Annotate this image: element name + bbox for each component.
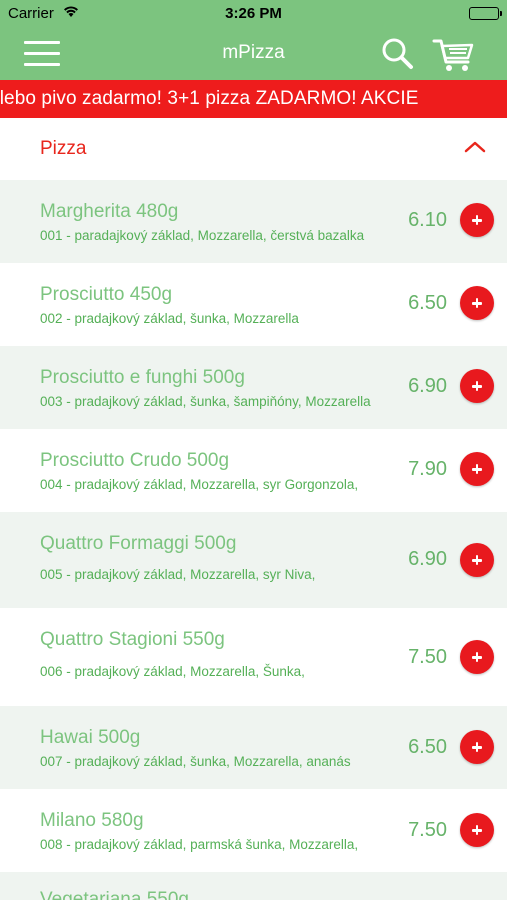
item-price: 6.50 xyxy=(408,292,447,314)
add-to-cart-button[interactable] xyxy=(460,730,494,764)
item-price: 6.90 xyxy=(408,548,447,570)
list-item[interactable]: Quattro Formaggi 500g 005 - pradajkový z… xyxy=(0,512,507,608)
item-name: Prosciutto Crudo 500g xyxy=(40,450,230,471)
item-name: Prosciutto 450g xyxy=(40,284,173,305)
category-title: Pizza xyxy=(40,138,87,159)
item-description: 005 - pradajkový základ, Mozzarella, syr… xyxy=(40,567,316,582)
add-to-cart-button[interactable] xyxy=(460,203,494,237)
item-description: 002 - pradajkový základ, šunka, Mozzarel… xyxy=(40,311,299,326)
item-name: Prosciutto e funghi 500g xyxy=(40,367,245,388)
add-to-cart-button[interactable] xyxy=(460,640,494,674)
item-price: 7.90 xyxy=(408,458,447,480)
chevron-up-icon[interactable] xyxy=(462,138,488,154)
app-title: mPizza xyxy=(222,42,285,63)
add-to-cart-button[interactable] xyxy=(460,543,494,577)
item-price: 6.90 xyxy=(408,375,447,397)
item-name: Quattro Formaggi 500g xyxy=(40,533,237,554)
battery-icon xyxy=(469,7,502,20)
status-bar: Carrier 3:26 PM xyxy=(0,0,507,28)
list-item[interactable]: Vegetariana 550g xyxy=(0,872,507,900)
list-item[interactable]: Prosciutto e funghi 500g 003 - pradajkov… xyxy=(0,346,507,429)
item-name: Margherita 480g xyxy=(40,201,179,222)
promo-text: a alebo pivo zadarmo! 3+1 pizza ZADARMO!… xyxy=(0,88,419,109)
category-header-pizza[interactable]: Pizza xyxy=(0,118,507,180)
item-description: 001 - paradajkový základ, Mozzarella, če… xyxy=(40,228,365,243)
cart-button[interactable] xyxy=(432,36,476,74)
cart-icon xyxy=(432,39,474,71)
item-price: 6.10 xyxy=(408,209,447,231)
add-to-cart-button[interactable] xyxy=(460,813,494,847)
item-name: Quattro Stagioni 550g xyxy=(40,629,225,650)
item-price: 7.50 xyxy=(408,646,447,668)
item-description: 008 - pradajkový základ, parmská šunka, … xyxy=(40,837,359,852)
item-description: 004 - pradajkový základ, Mozzarella, syr… xyxy=(40,477,359,492)
add-to-cart-button[interactable] xyxy=(460,452,494,486)
add-to-cart-button[interactable] xyxy=(460,369,494,403)
list-item[interactable]: Hawai 500g 007 - pradajkový základ, šunk… xyxy=(0,706,507,789)
item-name: Vegetariana 550g xyxy=(40,889,189,900)
promo-banner: a alebo pivo zadarmo! 3+1 pizza ZADARMO!… xyxy=(0,80,507,118)
list-item[interactable]: Quattro Stagioni 550g 006 - pradajkový z… xyxy=(0,608,507,706)
search-button[interactable] xyxy=(380,36,416,72)
item-price: 6.50 xyxy=(408,736,447,758)
list-item[interactable]: Margherita 480g 001 - paradajkový základ… xyxy=(0,180,507,263)
search-icon xyxy=(382,38,413,69)
status-time: 3:26 PM xyxy=(225,5,282,22)
item-description: 007 - pradajkový základ, šunka, Mozzarel… xyxy=(40,754,351,769)
item-name: Milano 580g xyxy=(40,810,144,831)
list-item[interactable]: Prosciutto Crudo 500g 004 - pradajkový z… xyxy=(0,429,507,512)
item-price: 7.50 xyxy=(408,819,447,841)
add-to-cart-button[interactable] xyxy=(460,286,494,320)
list-item[interactable]: Prosciutto 450g 002 - pradajkový základ,… xyxy=(0,263,507,346)
item-description: 006 - pradajkový základ, Mozzarella, Šun… xyxy=(40,664,305,679)
item-name: Hawai 500g xyxy=(40,727,141,748)
list-item[interactable]: Milano 580g 008 - pradajkový základ, par… xyxy=(0,789,507,872)
item-description: 003 - pradajkový základ, šunka, šampiňón… xyxy=(40,394,371,409)
nav-bar: mPizza xyxy=(0,28,507,80)
